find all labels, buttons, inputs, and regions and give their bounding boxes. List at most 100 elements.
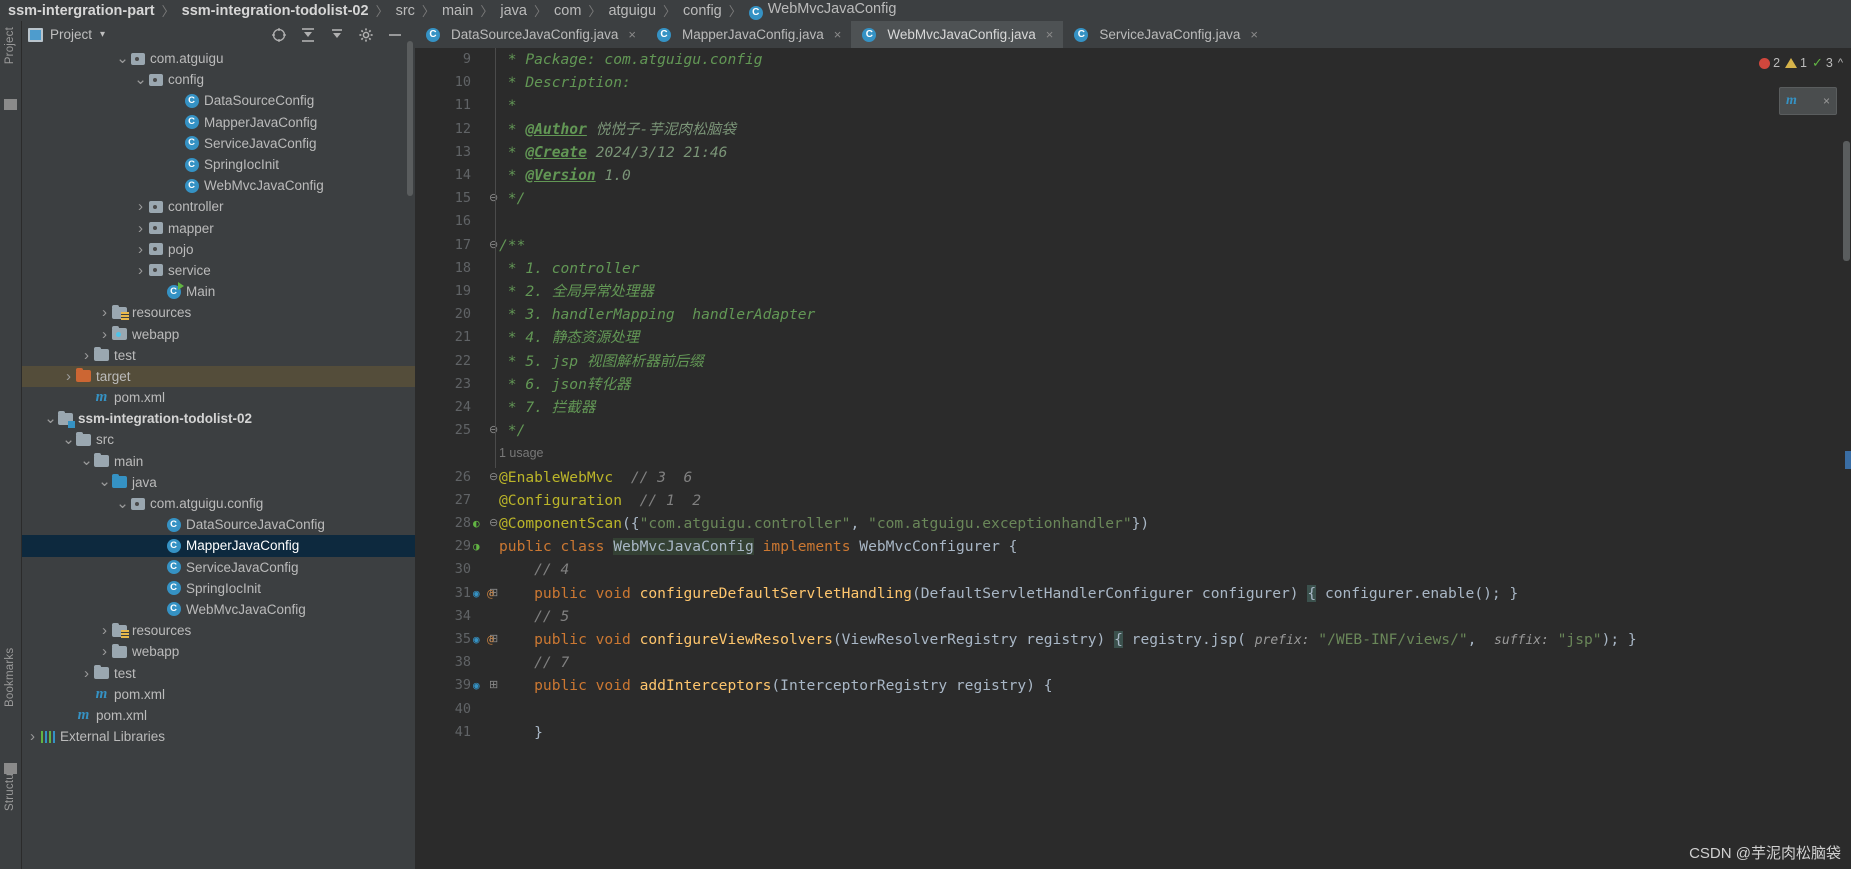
tree-row[interactable]: C DataSourceJavaConfig (22, 514, 415, 535)
tree-row[interactable]: › External Libraries (22, 726, 415, 747)
chevron-down-icon[interactable]: ⌄ (116, 496, 129, 511)
stripe-icon-project[interactable] (4, 99, 17, 110)
code-line[interactable]: 39 ⊞ ◉ public void addInterceptors(Interce… (415, 674, 1851, 697)
code-line[interactable]: 12 * @Author 悦悦子-芋泥肉松脑袋 (415, 118, 1851, 141)
code-line[interactable]: 24 * 7. 拦截器 (415, 396, 1851, 419)
code-line[interactable]: 13 * @Create 2024/3/12 21:46 (415, 141, 1851, 164)
code-line[interactable]: 11 * (415, 94, 1851, 117)
code-line[interactable]: 34 // 5 (415, 605, 1851, 628)
code-editor[interactable]: 9 * Package: com.atguigu.config 10 * Desc… (415, 48, 1851, 869)
tree-row[interactable]: C SpringIocInit (22, 154, 415, 175)
tree-row[interactable]: › test (22, 345, 415, 366)
tree-row[interactable]: ⌄ com.atguigu.config (22, 493, 415, 514)
chevron-up-icon[interactable]: ^ (1838, 57, 1843, 69)
code-line[interactable]: 14 * @Version 1.0 (415, 164, 1851, 187)
usage-hint[interactable]: 1 usage (499, 442, 543, 465)
fold-marker[interactable]: ⊖ (489, 466, 498, 489)
code-line[interactable]: 20 * 3. handlerMapping handlerAdapter (415, 303, 1851, 326)
tree-row[interactable]: C WebMvcJavaConfig (22, 599, 415, 620)
chevron-right-icon[interactable]: › (80, 665, 93, 682)
editor-tab[interactable]: C ServiceJavaConfig.java × (1063, 21, 1268, 48)
code-line[interactable]: 9 * Package: com.atguigu.config (415, 48, 1851, 71)
override-gutter-icon[interactable]: ◉ (473, 628, 480, 651)
tree-row[interactable]: ⌄ ssm-integration-todolist-02 (22, 408, 415, 429)
code-line[interactable]: 19 * 2. 全局异常处理器 (415, 280, 1851, 303)
inspection-widget[interactable]: 2 1 ✓ 3 ^ (1759, 55, 1843, 71)
chevron-right-icon[interactable]: › (134, 198, 147, 215)
chevron-down-icon[interactable]: ▾ (100, 29, 105, 40)
breadcrumb-item[interactable]: java (500, 3, 527, 19)
fold-marker[interactable]: ⊞ (489, 674, 498, 697)
chevron-right-icon[interactable]: › (98, 622, 111, 639)
tree-row[interactable]: C MapperJavaConfig (22, 112, 415, 133)
code-line[interactable]: 1 usage (415, 442, 1851, 465)
code-line[interactable]: 23 * 6. json转化器 (415, 373, 1851, 396)
editor-tab[interactable]: C MapperJavaConfig.java × (646, 21, 851, 48)
override-gutter-icon[interactable]: ◉ (473, 582, 480, 605)
chevron-right-icon[interactable]: › (98, 643, 111, 660)
code-line[interactable]: 29 ◑ public class WebMvcJavaConfig impleme… (415, 535, 1851, 558)
chevron-down-icon[interactable]: ⌄ (134, 72, 147, 87)
warning-indicator[interactable]: 1 (1785, 56, 1807, 70)
tree-row[interactable]: › pojo (22, 239, 415, 260)
chevron-down-icon[interactable]: ⌄ (116, 51, 129, 66)
close-icon[interactable]: × (628, 27, 636, 42)
annotation-gutter-icon[interactable]: @ (487, 582, 494, 605)
tree-row[interactable]: ⌄ src (22, 429, 415, 450)
tree-row[interactable]: C Main (22, 281, 415, 302)
editor-tab[interactable]: C DataSourceJavaConfig.java × (415, 21, 646, 48)
code-line[interactable]: 31 ⊞ ◉ @ public void configureDefaultServle… (415, 582, 1851, 605)
tree-row[interactable]: C SpringIocInit (22, 578, 415, 599)
project-tree[interactable]: ⌄ com.atguigu ⌄ config C DataSourceConfig C Map… (22, 48, 415, 869)
code-line[interactable]: 35 ⊞ ◉ @ public void configureViewResolvers… (415, 628, 1851, 651)
maven-icon[interactable]: m (1786, 93, 1797, 109)
ok-indicator[interactable]: ✓ 3 (1812, 55, 1833, 71)
breadcrumb-item[interactable]: C WebMvcJavaConfig (748, 1, 896, 20)
hide-panel-icon[interactable] (387, 27, 403, 43)
chevron-right-icon[interactable]: › (134, 262, 147, 279)
code-line[interactable]: 21 * 4. 静态资源处理 (415, 326, 1851, 349)
code-line[interactable]: 16 (415, 210, 1851, 233)
collapse-all-icon[interactable] (329, 27, 345, 43)
tree-row[interactable]: › target (22, 365, 415, 387)
breadcrumb-item[interactable]: atguigu (608, 3, 656, 19)
tree-row[interactable]: ⌄ main (22, 451, 415, 472)
code-line[interactable]: 22 * 5. jsp 视图解析器前后缀 (415, 350, 1851, 373)
annotation-gutter-icon[interactable]: @ (487, 628, 494, 651)
chevron-right-icon[interactable]: › (80, 347, 93, 364)
chevron-right-icon[interactable]: › (62, 368, 75, 385)
override-gutter-icon[interactable]: ◉ (473, 674, 480, 697)
tree-row[interactable]: ⌄ java (22, 472, 415, 493)
code-line[interactable]: 25 ⊖ */ (415, 419, 1851, 442)
fold-marker[interactable]: ⊖ (489, 187, 498, 210)
tree-row[interactable]: ⌄ config (22, 69, 415, 90)
close-icon[interactable]: × (1046, 27, 1054, 42)
tree-row[interactable]: › test (22, 662, 415, 683)
fold-marker[interactable]: ⊖ (489, 234, 498, 257)
tree-row[interactable]: › service (22, 260, 415, 281)
tree-row[interactable]: C DataSourceConfig (22, 90, 415, 111)
code-line[interactable]: 17 ⊖/** (415, 234, 1851, 257)
breadcrumb-item[interactable]: config (683, 3, 722, 19)
chevron-down-icon[interactable]: ⌄ (44, 411, 57, 426)
tree-row[interactable]: › webapp (22, 641, 415, 662)
code-line[interactable]: 10 * Description: (415, 71, 1851, 94)
chevron-right-icon[interactable]: › (134, 241, 147, 258)
code-line[interactable]: 15 ⊖ */ (415, 187, 1851, 210)
tree-row[interactable]: › resources (22, 620, 415, 641)
spring-config-gutter-icon[interactable]: ◑ (473, 535, 480, 558)
code-line[interactable]: 26 ⊖ @EnableWebMvc // 3 6 (415, 466, 1851, 489)
chevron-right-icon[interactable]: › (98, 326, 111, 343)
close-icon[interactable]: × (1823, 94, 1830, 108)
fold-marker[interactable]: ⊖ (489, 419, 498, 442)
tree-row[interactable]: C MapperJavaConfig (22, 535, 415, 557)
editor-tab[interactable]: C WebMvcJavaConfig.java × (851, 21, 1064, 48)
error-indicator[interactable]: 2 (1759, 56, 1780, 70)
code-line[interactable]: 41 } (415, 721, 1851, 744)
chevron-right-icon[interactable]: › (26, 728, 39, 745)
close-icon[interactable]: × (1250, 27, 1258, 42)
chevron-down-icon[interactable]: ⌄ (98, 474, 111, 489)
tree-row[interactable]: C WebMvcJavaConfig (22, 175, 415, 196)
tree-row[interactable]: m pom.xml (22, 684, 415, 705)
gear-icon[interactable] (358, 27, 374, 43)
